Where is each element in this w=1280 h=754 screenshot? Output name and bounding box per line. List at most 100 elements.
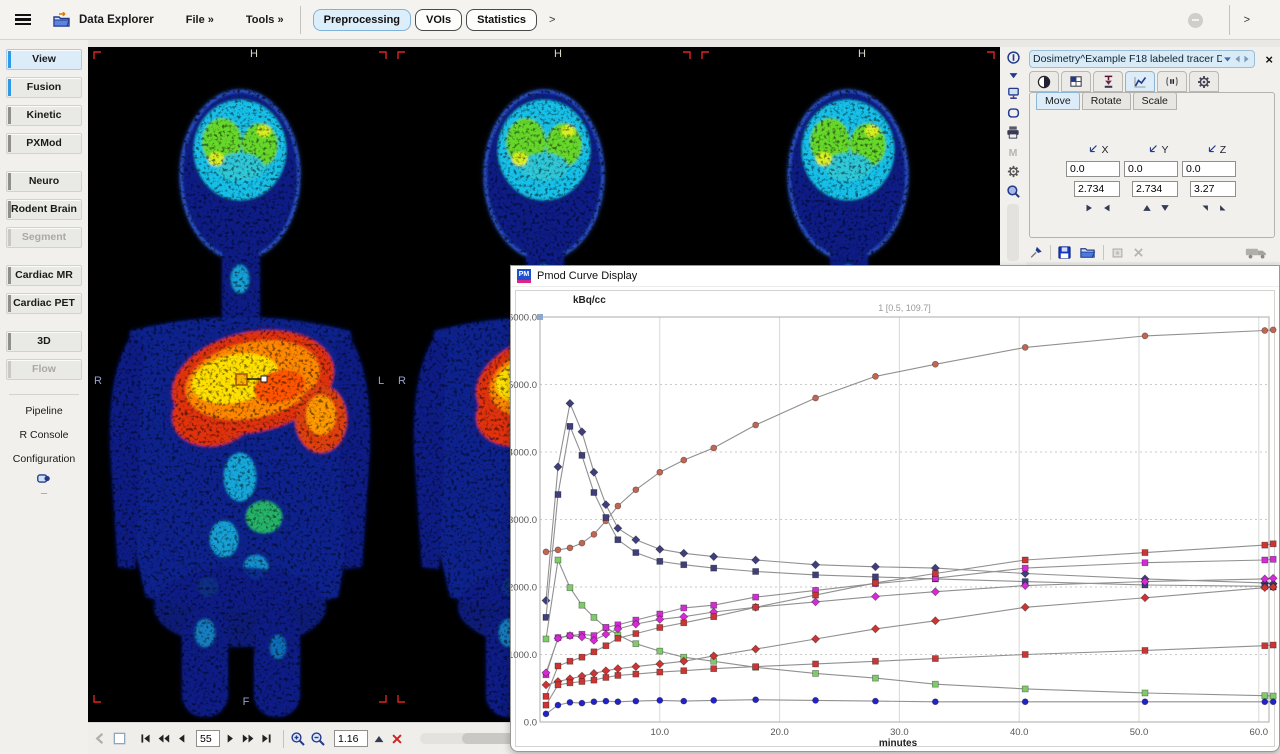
roi-rect-icon[interactable] — [1006, 106, 1021, 120]
sidebar-item-flow: Flow — [6, 359, 82, 380]
y-offset-input[interactable] — [1124, 161, 1178, 177]
sidebar-item-rodent-brain[interactable]: Rodent Brain — [6, 199, 82, 220]
monitor-icon[interactable] — [1006, 86, 1021, 101]
y-minus-button[interactable] — [1160, 203, 1170, 213]
x-plus-button[interactable] — [1084, 203, 1094, 213]
y-plus-button[interactable] — [1142, 203, 1152, 213]
menu-tools[interactable]: Tools » — [246, 14, 284, 26]
tool-tab-settings-icon[interactable] — [1189, 71, 1219, 92]
transform-tab-bar: MoveRotateScale — [1036, 92, 1179, 110]
previous-dataset-icon[interactable] — [1233, 54, 1242, 64]
sidebar-link-r-console[interactable]: R Console — [0, 429, 88, 441]
accent-bar — [8, 173, 11, 190]
last-slice-button[interactable] — [260, 732, 273, 745]
delete-icon — [1132, 246, 1145, 259]
window-titlebar[interactable]: PM Pmod Curve Display — [511, 266, 1279, 287]
capture-icon — [1110, 246, 1125, 260]
menu-file[interactable]: File » — [186, 14, 214, 26]
rail-scrollbar[interactable] — [1007, 204, 1019, 261]
fast-next-slice-button[interactable] — [241, 732, 256, 745]
zoom-step-button[interactable] — [372, 732, 386, 746]
y-step-input[interactable] — [1132, 181, 1178, 197]
x-axis-label: X — [1068, 143, 1128, 156]
zoom-out-icon[interactable] — [310, 731, 326, 747]
time-activity-chart[interactable]: 0.01000.02000.03000.04000.05000.06000.01… — [511, 266, 1280, 752]
right-overflow-chevron[interactable]: > — [1244, 14, 1250, 26]
z-step-input[interactable] — [1190, 181, 1236, 197]
next-dataset-icon[interactable] — [1242, 54, 1251, 64]
zoom-in-icon[interactable] — [290, 731, 306, 747]
orientation-label-right: R — [398, 375, 406, 387]
sidebar-item-3d[interactable]: 3D — [6, 331, 82, 352]
svg-text:0.0: 0.0 — [524, 718, 537, 729]
sidebar-item-cardiac-pet[interactable]: Cardiac PET — [6, 293, 82, 314]
sidebar-item-label: Cardiac PET — [13, 297, 75, 309]
pet-panel-1[interactable]: H R L F — [94, 48, 386, 717]
next-slice-button[interactable] — [224, 732, 237, 745]
sidebar-link-pipeline[interactable]: Pipeline — [0, 405, 88, 417]
transform-tab-scale[interactable]: Scale — [1133, 92, 1177, 110]
toolbar-divider — [1229, 5, 1230, 35]
svg-text:5000.0: 5000.0 — [511, 380, 537, 391]
sidebar-item-fusion[interactable]: Fusion — [6, 77, 82, 98]
tab-preprocessing[interactable]: Preprocessing — [313, 9, 411, 31]
info-icon[interactable] — [1006, 50, 1021, 65]
sidebar-item-pxmod[interactable]: PXMod — [6, 133, 82, 154]
transform-tab-move[interactable]: Move — [1036, 92, 1080, 110]
previous-slice-button[interactable] — [175, 732, 188, 745]
svg-text:60.0: 60.0 — [1250, 727, 1269, 738]
z-minus-button[interactable] — [1218, 203, 1228, 213]
tab-vois[interactable]: VOIs — [415, 9, 462, 31]
layout-box-icon[interactable] — [112, 731, 127, 746]
zoom-search-icon[interactable] — [1006, 184, 1021, 199]
z-plus-button[interactable] — [1200, 203, 1210, 213]
axis-icon — [1206, 143, 1218, 155]
app-title: Data Explorer — [79, 14, 154, 26]
gear-icon[interactable] — [1006, 164, 1021, 179]
tool-tab-contrast-icon[interactable] — [1029, 71, 1059, 92]
reset-zoom-icon[interactable] — [390, 732, 404, 746]
svg-text:30.0: 30.0 — [890, 727, 909, 738]
z-offset-input[interactable] — [1182, 161, 1236, 177]
x-offset-input[interactable] — [1066, 161, 1120, 177]
toolbar-overflow-chevron[interactable]: > — [549, 14, 555, 26]
pmod-curve-display-window[interactable]: PM Pmod Curve Display 0.01000.02000.0300… — [510, 265, 1280, 752]
load-icon[interactable] — [1079, 245, 1096, 260]
transform-tab-rotate[interactable]: Rotate — [1082, 92, 1131, 110]
printer-icon[interactable] — [1005, 125, 1021, 140]
marker-m-icon: M — [1006, 145, 1020, 159]
svg-text:40.0: 40.0 — [1010, 727, 1028, 738]
accent-bar — [8, 107, 11, 124]
sidebar-item-label: Kinetic — [26, 109, 61, 121]
sidebar-item-kinetic[interactable]: Kinetic — [6, 105, 82, 126]
dataset-dropdown[interactable]: Dosimetry^Example F18 labeled tracer D — [1029, 50, 1255, 68]
tool-tab-layout-icon[interactable] — [1061, 71, 1091, 92]
save-icon[interactable] — [1057, 245, 1072, 260]
data-explorer-icon[interactable] — [53, 12, 71, 28]
slice-number-input[interactable] — [196, 730, 220, 747]
sidebar-item-label: 3D — [37, 335, 50, 347]
close-dataset-icon[interactable]: × — [1261, 52, 1277, 67]
tab-statistics[interactable]: Statistics — [466, 9, 537, 31]
tool-tab-reslice-icon[interactable] — [1093, 71, 1123, 92]
x-step-input[interactable] — [1074, 181, 1120, 197]
undo-view-icon[interactable] — [93, 731, 108, 746]
first-slice-button[interactable] — [139, 732, 152, 745]
sidebar-item-view[interactable]: View — [6, 49, 82, 70]
orientation-label-right: R — [94, 375, 102, 387]
minimize-icon[interactable] — [1188, 13, 1203, 28]
zoom-factor-input[interactable] — [334, 730, 368, 747]
sidebar-link-configuration[interactable]: Configuration — [0, 453, 88, 465]
x-minus-button[interactable] — [1102, 203, 1112, 213]
sidebar-item-neuro[interactable]: Neuro — [6, 171, 82, 192]
tool-tab-curves-icon[interactable] — [1125, 71, 1155, 92]
tool-tab-motion-icon[interactable] — [1157, 71, 1187, 92]
chevron-down-icon[interactable] — [1222, 54, 1233, 64]
pin-icon[interactable] — [1029, 245, 1043, 260]
arrow-down-icon[interactable] — [1007, 70, 1020, 81]
fast-previous-slice-button[interactable] — [156, 732, 171, 745]
sidebar-item-cardiac-mr[interactable]: Cardiac MR — [6, 265, 82, 286]
hamburger-menu-icon[interactable] — [15, 14, 31, 26]
module-sidebar: ViewFusionKineticPXModNeuroRodent BrainS… — [0, 40, 88, 754]
sidebar-item-label: Neuro — [29, 175, 59, 187]
